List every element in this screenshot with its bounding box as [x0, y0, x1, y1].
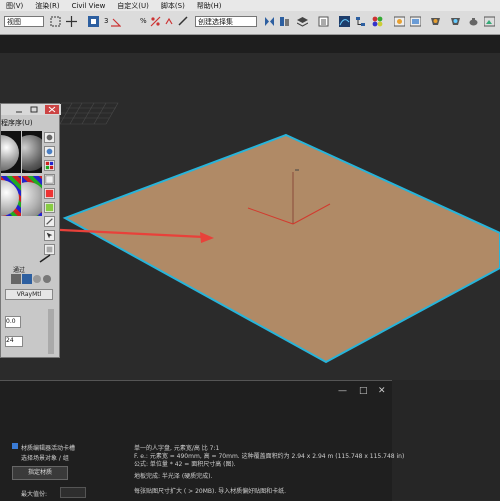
view-select[interactable]: 视图	[4, 16, 44, 27]
max-size-label: 最大值份:	[21, 491, 48, 498]
menu-script[interactable]: 脚本(S)	[155, 1, 191, 11]
assign-material-button[interactable]: 指定材质	[12, 466, 68, 480]
dropper-icon[interactable]	[38, 254, 52, 263]
option-active-slot[interactable]: 材质编辑器活动卡槽	[21, 443, 75, 452]
info-line-3: 公式: 单位量 * 42 = 面积尺寸高 (图).	[134, 461, 236, 468]
main-toolbar: 视图 3 % 创建选择集	[0, 11, 500, 35]
video-color-check-icon[interactable]	[44, 188, 55, 199]
reset-map-icon[interactable]	[32, 274, 42, 284]
options-icon[interactable]	[44, 216, 55, 227]
align-icon[interactable]	[279, 16, 290, 27]
dialog-side-strip	[392, 380, 500, 500]
backlight-icon[interactable]	[44, 146, 55, 157]
material-sphere-4	[22, 182, 42, 216]
number-input[interactable]: 24	[5, 336, 23, 347]
menu-view[interactable]: 图(V)	[0, 1, 29, 11]
angle-snap-label[interactable]: 3	[104, 17, 108, 25]
curve-editor-icon[interactable]	[339, 16, 350, 27]
put-to-scene-icon[interactable]	[11, 274, 21, 284]
selection-set-input[interactable]: 创建选择集	[195, 16, 257, 27]
angle-snap-icon[interactable]	[110, 16, 121, 27]
material-editor-icon[interactable]	[372, 16, 383, 27]
percent-snap-label[interactable]: %	[140, 17, 147, 25]
dialog-close-button[interactable]: ✕	[378, 386, 386, 396]
floor-plane[interactable]	[62, 133, 500, 364]
rendered-frame-icon[interactable]	[410, 16, 421, 27]
material-import-dialog	[0, 380, 392, 501]
layer-icon[interactable]	[297, 16, 308, 27]
material-slot-1[interactable]	[1, 131, 21, 173]
background-pattern-icon[interactable]	[44, 160, 55, 171]
teapot-render-icon[interactable]	[468, 16, 479, 27]
material-name-label: 通过	[13, 267, 26, 274]
active-slot-radio[interactable]	[12, 443, 18, 449]
scene-explorer-icon[interactable]	[318, 16, 329, 27]
sample-uv-tiling-icon[interactable]	[44, 174, 55, 185]
material-sphere-3	[1, 180, 19, 216]
schematic-view-icon[interactable]	[355, 16, 366, 27]
close-icon[interactable]	[45, 105, 59, 114]
mirror-icon[interactable]	[264, 16, 275, 27]
make-preview-icon[interactable]	[44, 202, 55, 213]
render-production-icon[interactable]	[430, 16, 441, 27]
material-editor-titlebar	[1, 104, 61, 115]
material-slot-3[interactable]	[1, 176, 21, 216]
render-icon[interactable]	[484, 16, 495, 27]
info-line-4: 地板完成: 半光泽 (硬质完成).	[134, 473, 213, 480]
menu-customize[interactable]: 自定义(U)	[111, 1, 155, 11]
menu-bar: 图(V) 渲染(R) Civil View 自定义(U) 脚本(S) 帮助(H)	[0, 0, 500, 11]
material-slot-4[interactable]	[22, 176, 42, 216]
material-slot-2[interactable]	[22, 131, 42, 173]
spinner-snap-icon[interactable]	[164, 16, 175, 27]
info-line-5: 每张贴图尺寸扩大 ( > 20MB). 导入材质偏好贴图和卡纸.	[134, 488, 287, 495]
menu-civil-view[interactable]: Civil View	[66, 2, 112, 10]
material-editor-window: 程序序(U) 通过 VRayMtl 0.0 24	[0, 103, 61, 358]
edit-named-selection-icon[interactable]	[178, 16, 189, 27]
place-icon[interactable]	[88, 16, 99, 27]
material-editor-menu[interactable]: 程序序(U)	[1, 118, 33, 128]
viewport-canvas[interactable]	[0, 35, 500, 380]
material-sphere-2	[22, 135, 42, 171]
select-by-material-icon[interactable]	[44, 230, 55, 241]
material-editor-scrollbar[interactable]	[48, 309, 54, 354]
assign-material-icon[interactable]	[22, 274, 32, 284]
minimize-icon[interactable]	[15, 106, 23, 113]
maximize-icon[interactable]	[30, 106, 38, 113]
material-sphere-1	[1, 135, 19, 171]
move-icon[interactable]	[66, 16, 77, 27]
map-channel-input[interactable]: 0.0	[5, 316, 21, 328]
option-select-objects[interactable]: 选择场景对象 / 组	[21, 453, 69, 462]
menu-help[interactable]: 帮助(H)	[191, 1, 228, 11]
dialog-minimize-button[interactable]: —	[338, 386, 347, 396]
max-size-input[interactable]	[60, 487, 86, 498]
rect-select-icon[interactable]	[50, 16, 61, 27]
percent-snap-icon[interactable]	[150, 16, 161, 27]
copy-material-icon[interactable]	[42, 274, 52, 284]
sample-type-icon[interactable]	[44, 132, 55, 143]
render-iterative-icon[interactable]	[450, 16, 461, 27]
dialog-maximize-button[interactable]: □	[359, 386, 368, 396]
menu-render[interactable]: 渲染(R)	[29, 1, 65, 11]
material-type-button[interactable]: VRayMtl	[5, 289, 53, 300]
render-setup-icon[interactable]	[394, 16, 405, 27]
